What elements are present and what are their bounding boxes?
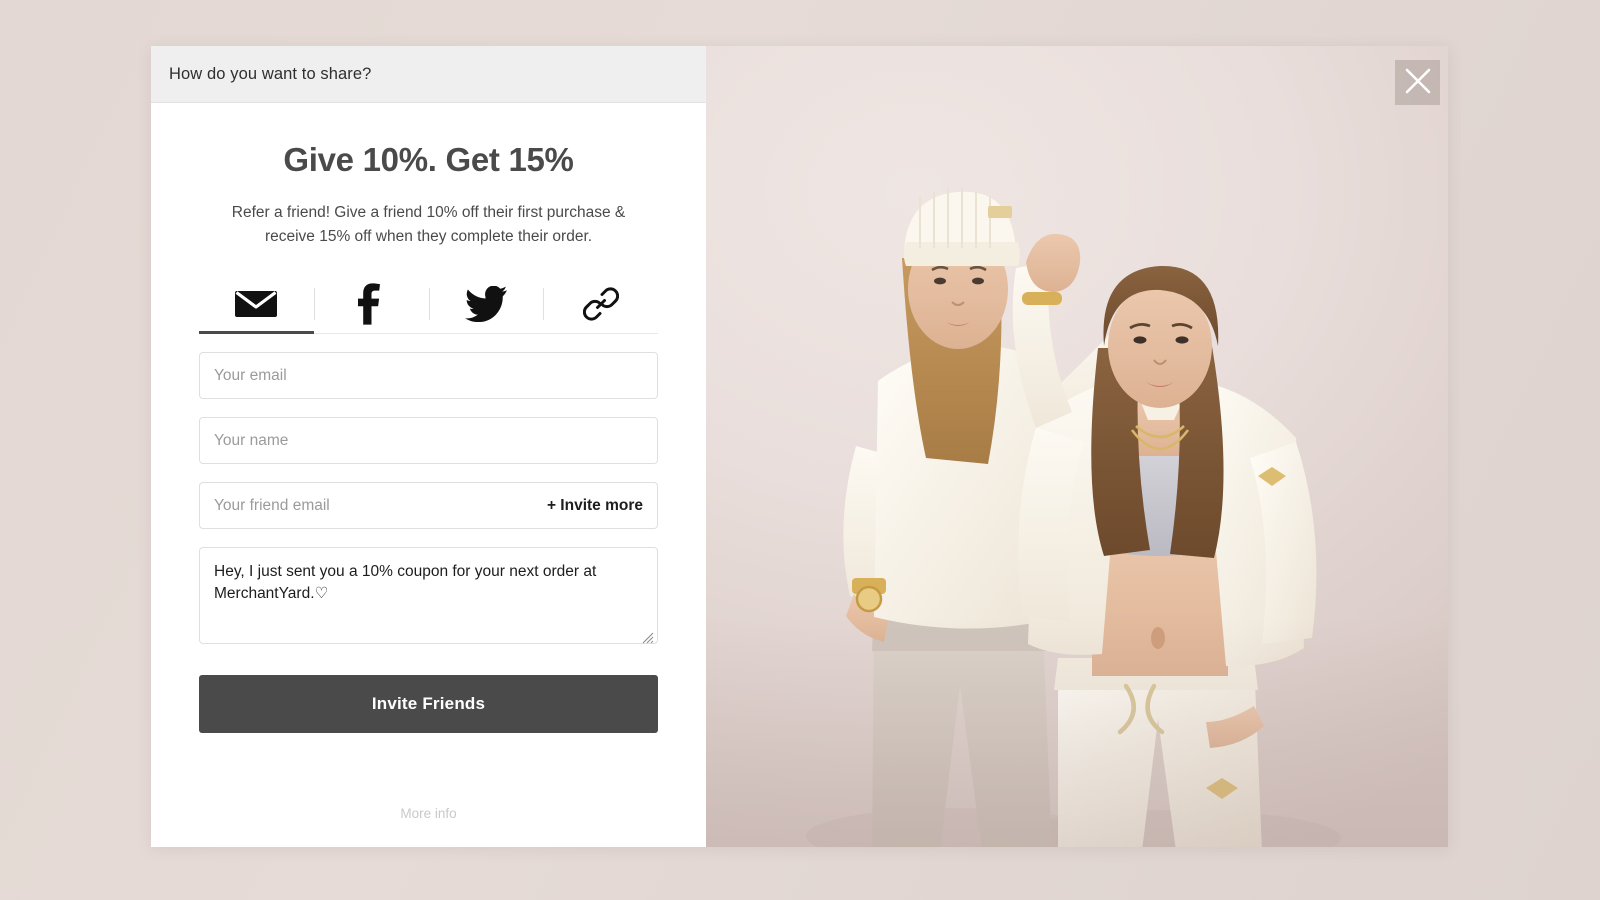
share-tab-twitter[interactable] [428,275,544,333]
your-name-input[interactable] [214,431,643,450]
facebook-icon [358,283,384,325]
your-email-field[interactable] [199,352,658,400]
your-email-input[interactable] [214,366,643,385]
form-body: Give 10%. Get 15% Refer a friend! Give a… [151,103,706,847]
your-name-field[interactable] [199,417,658,465]
friend-email-input[interactable] [214,496,537,515]
referral-form-panel: How do you want to share? Give 10%. Get … [151,46,706,847]
modal-header: How do you want to share? [151,46,706,103]
friend-email-field[interactable]: + Invite more [199,482,658,530]
photo-floor-shadow [706,617,1448,847]
more-info-link[interactable]: More info [151,806,706,821]
share-modal: How do you want to share? Give 10%. Get … [151,46,1448,847]
share-tab-email[interactable] [199,275,314,335]
message-textarea[interactable] [199,547,658,645]
offer-headline: Give 10%. Get 15% [283,141,574,178]
modal-header-title: How do you want to share? [169,64,372,83]
invite-friends-button[interactable]: Invite Friends [199,675,658,734]
message-wrap [199,547,658,649]
offer-description: Refer a friend! Give a friend 10% off th… [231,204,626,246]
envelope-icon [235,288,278,320]
share-tab-facebook[interactable] [313,275,429,333]
twitter-icon [464,286,507,323]
link-icon [582,286,619,322]
share-tabs [199,275,658,335]
close-icon [1405,68,1431,97]
close-button[interactable] [1395,60,1440,105]
invite-more-button[interactable]: + Invite more [537,497,643,515]
promo-photo-panel [706,46,1448,847]
share-tab-link[interactable] [543,275,658,333]
